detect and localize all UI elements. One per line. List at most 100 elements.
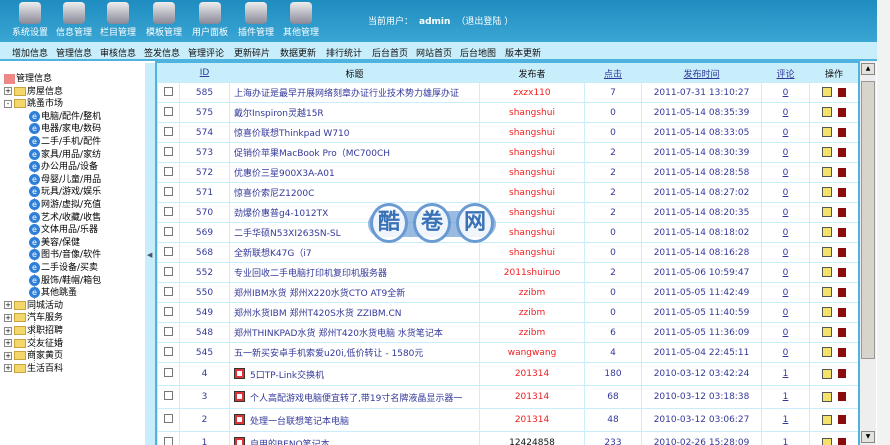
row-author[interactable]: shangshui [479, 182, 585, 203]
row-comments-link[interactable]: 0 [783, 288, 789, 298]
tree-item[interactable]: e 玩具/游戏/娱乐 [29, 186, 101, 198]
row-author[interactable]: shangshui [479, 162, 585, 183]
edit-icon[interactable] [822, 368, 832, 379]
edit-icon[interactable] [822, 127, 832, 138]
expand-icon[interactable]: + [4, 351, 12, 360]
row-title-link[interactable]: 郑州水货IBM 郑州T420S水货 ZZIBM.CN [234, 309, 402, 319]
nav-link[interactable]: 审核信息 [100, 46, 136, 59]
page-scrollbar[interactable] [877, 0, 890, 445]
row-comments-link[interactable]: 0 [783, 228, 789, 238]
delete-icon[interactable] [838, 167, 846, 177]
edit-icon[interactable] [822, 147, 832, 158]
edit-icon[interactable] [822, 267, 832, 278]
nav-link[interactable]: 更新碎片 [234, 46, 270, 59]
sort-comments[interactable]: 评论 [776, 70, 794, 80]
edit-icon[interactable] [822, 107, 832, 118]
delete-icon[interactable] [838, 87, 846, 97]
row-author[interactable]: 201314 [479, 408, 585, 432]
row-comments-link[interactable]: 0 [783, 88, 789, 98]
row-title-link[interactable]: 二手华硕N53XI263SN-SL [234, 229, 341, 239]
delete-icon[interactable] [838, 267, 846, 277]
row-author[interactable]: zzibm [479, 302, 585, 323]
row-author[interactable]: 201314 [479, 385, 585, 409]
sort-id[interactable]: ID [200, 68, 210, 78]
expand-icon[interactable]: + [4, 87, 12, 96]
delete-icon[interactable] [838, 307, 846, 317]
edit-icon[interactable] [822, 391, 832, 402]
delete-icon[interactable] [838, 147, 846, 157]
row-checkbox[interactable] [164, 166, 173, 176]
scroll-thumb[interactable] [861, 81, 875, 359]
delete-icon[interactable] [838, 369, 846, 379]
tree-item[interactable]: e 服饰/鞋帽/箱包 [29, 274, 101, 287]
row-checkbox[interactable] [164, 186, 173, 196]
row-checkbox[interactable] [164, 437, 173, 445]
tree-item[interactable]: e 母婴/儿童/用品 [29, 173, 101, 186]
edit-icon[interactable] [822, 227, 832, 238]
nav-link[interactable]: 排行统计 [326, 46, 362, 59]
tree-item[interactable]: e 电脑/配件/整机 [29, 110, 101, 123]
row-author[interactable]: wangwang [479, 342, 585, 363]
delete-icon[interactable] [838, 207, 846, 217]
nav-link[interactable]: 签发信息 [144, 46, 180, 59]
edit-icon[interactable] [822, 414, 832, 425]
row-comments-link[interactable]: 0 [783, 108, 789, 118]
edit-icon[interactable] [822, 287, 832, 298]
row-checkbox[interactable] [164, 146, 173, 156]
toolbar-button-1[interactable]: 信息管理 [52, 2, 96, 38]
delete-icon[interactable] [838, 438, 846, 445]
tree-item[interactable]: e 其他跳蚤 [29, 287, 77, 299]
edit-icon[interactable] [822, 87, 832, 98]
nav-link[interactable]: 数据更新 [280, 46, 316, 59]
nav-link[interactable]: 版本更新 [505, 46, 541, 59]
row-author[interactable]: shangshui [479, 122, 585, 143]
row-author[interactable]: zxzx110 [479, 82, 585, 103]
row-checkbox[interactable] [164, 266, 173, 276]
tree-item[interactable]: e 家具/用品/家纺 [29, 148, 101, 161]
tree-folder-open[interactable]: - 跳蚤市场 [4, 98, 63, 110]
row-author[interactable]: 201314 [479, 362, 585, 386]
tree-item[interactable]: e 文体用品/乐器 [29, 224, 98, 236]
delete-icon[interactable] [838, 127, 846, 137]
nav-link[interactable]: 管理评论 [188, 46, 224, 59]
scroll-up-icon[interactable]: ▲ [861, 63, 875, 75]
row-title-link[interactable]: 劲爆价惠普g4-1012TX [234, 209, 328, 219]
row-checkbox[interactable] [164, 106, 173, 116]
row-comments-link[interactable]: 0 [783, 308, 789, 318]
toolbar-button-5[interactable]: 插件管理 [234, 2, 278, 38]
row-comments-link[interactable]: 0 [783, 168, 789, 178]
row-author[interactable]: zzibm [479, 322, 585, 343]
sort-time[interactable]: 发布时间 [683, 70, 719, 80]
expand-icon[interactable]: + [4, 313, 12, 322]
row-author[interactable]: shangshui [479, 102, 585, 123]
row-title-link[interactable]: 处理一台联想笔记本电脑 [250, 417, 349, 427]
row-comments-link[interactable]: 0 [783, 268, 789, 278]
delete-icon[interactable] [838, 247, 846, 257]
tree-item[interactable]: e 二手/手机/配件 [29, 136, 101, 148]
toolbar-button-6[interactable]: 其他管理 [279, 2, 323, 38]
tree-root[interactable]: 管理信息 [4, 73, 52, 85]
row-checkbox[interactable] [164, 346, 173, 356]
row-comments-link[interactable]: 0 [783, 208, 789, 218]
expand-icon[interactable]: + [4, 326, 12, 335]
expand-icon[interactable]: + [4, 339, 12, 348]
tree-item[interactable]: e 美容/保健 [29, 236, 80, 249]
row-comments-link[interactable]: 1 [783, 415, 789, 425]
row-title-link[interactable]: 惊喜价索尼Z1200C [234, 189, 314, 199]
row-comments-link[interactable]: 0 [783, 128, 789, 138]
row-author[interactable]: shangshui [479, 222, 585, 243]
row-checkbox[interactable] [164, 368, 173, 377]
edit-icon[interactable] [822, 247, 832, 258]
row-checkbox[interactable] [164, 306, 173, 316]
edit-icon[interactable] [822, 187, 832, 198]
delete-icon[interactable] [838, 327, 846, 337]
row-title-link[interactable]: 全新联想K47G（i7 [234, 249, 312, 259]
row-author[interactable]: zzibm [479, 282, 585, 303]
row-title-link[interactable]: 郑州THINKPAD水货 郑州T420水货电脑 水货笔记本 [234, 329, 443, 339]
delete-icon[interactable] [838, 415, 846, 425]
row-comments-link[interactable]: 1 [783, 369, 789, 379]
row-title-link[interactable]: 自用的BENQ笔记本 [250, 440, 330, 445]
row-checkbox[interactable] [164, 286, 173, 296]
sort-clicks[interactable]: 点击 [604, 70, 622, 80]
nav-link[interactable]: 增加信息 [12, 46, 48, 59]
